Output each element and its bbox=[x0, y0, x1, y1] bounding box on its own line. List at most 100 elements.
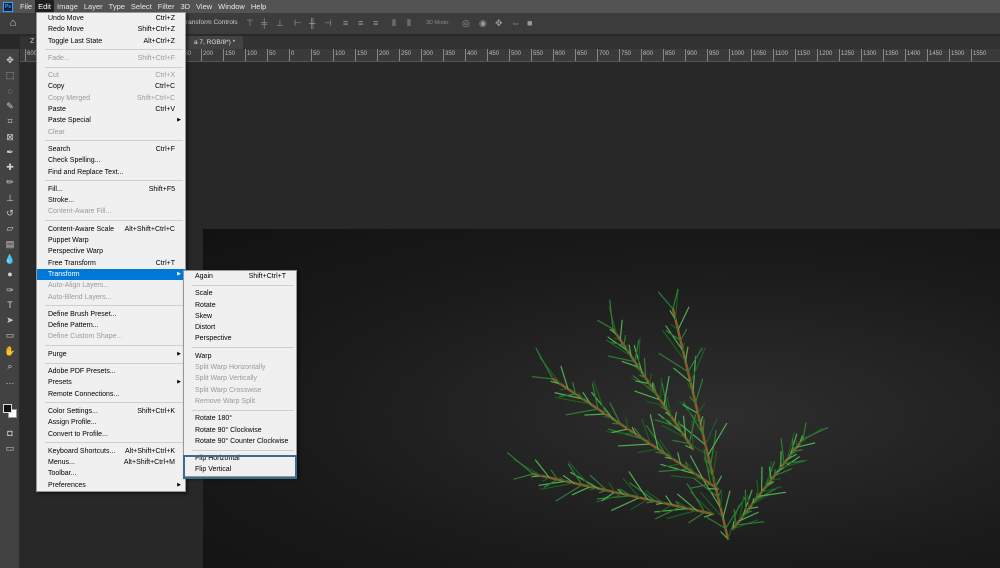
eyedropper-tool-icon[interactable]: ✒ bbox=[4, 146, 16, 158]
edit-menu-item-define-brush-preset[interactable]: Define Brush Preset... bbox=[37, 309, 185, 320]
brush-tool-icon[interactable]: ✏ bbox=[4, 176, 16, 188]
edit-menu-item-remote-connections[interactable]: Remote Connections... bbox=[37, 389, 185, 400]
ruler-tick-label: 750 bbox=[621, 51, 632, 57]
clone-stamp-tool-icon[interactable]: ⊥ bbox=[4, 192, 16, 204]
distribute-bottom-icon[interactable]: ≡ bbox=[373, 18, 378, 29]
path-select-tool-icon[interactable]: ➤ bbox=[4, 314, 16, 326]
blur-tool-icon[interactable]: 💧 bbox=[4, 253, 16, 265]
roll-3d-icon[interactable]: ◉ bbox=[479, 18, 487, 29]
distribute-right-icon[interactable]: ⦀ bbox=[407, 18, 411, 29]
pan-3d-icon[interactable]: ✥ bbox=[495, 18, 503, 29]
edit-menu-item-toggle-last-state[interactable]: Toggle Last State Alt+Ctrl+Z bbox=[37, 36, 185, 47]
ruler-tick bbox=[377, 49, 378, 61]
home-icon[interactable]: ⌂ bbox=[6, 17, 20, 30]
edit-menu-item-paste-special[interactable]: Paste Special ▶ bbox=[37, 115, 185, 126]
transform-menu-item-rotate-180[interactable]: Rotate 180° bbox=[184, 413, 296, 424]
photoshop-logo-icon[interactable]: Ps bbox=[3, 1, 13, 12]
quick-select-tool-icon[interactable]: ✎ bbox=[4, 100, 16, 112]
edit-menu-item-copy[interactable]: Copy Ctrl+C bbox=[37, 81, 185, 92]
align-left-icon[interactable]: ⊢ bbox=[294, 18, 302, 29]
edit-menu-item-redo-move[interactable]: Redo Move Shift+Ctrl+Z bbox=[37, 24, 185, 35]
pine-needle bbox=[584, 413, 607, 416]
transform-menu-item-scale[interactable]: Scale bbox=[184, 288, 296, 299]
align-top-icon[interactable]: ⊤ bbox=[246, 18, 254, 29]
dodge-tool-icon[interactable]: ● bbox=[4, 268, 16, 280]
edit-menu-item-menus[interactable]: Menus... Alt+Shift+Ctrl+M bbox=[37, 457, 185, 468]
pine-needle bbox=[611, 497, 640, 511]
edit-menu-item-paste[interactable]: Paste Ctrl+V bbox=[37, 104, 185, 115]
edit-menu-item-content-aware-scale[interactable]: Content-Aware Scale Alt+Shift+Ctrl+C bbox=[37, 224, 185, 235]
foreground-color-swatch[interactable] bbox=[3, 404, 12, 413]
healing-brush-tool-icon[interactable]: ✚ bbox=[4, 161, 16, 173]
history-brush-tool-icon[interactable]: ↺ bbox=[4, 207, 16, 219]
edit-menu-item-stroke[interactable]: Stroke... bbox=[37, 195, 185, 206]
transform-menu-item-again[interactable]: Again Shift+Ctrl+T bbox=[184, 271, 296, 282]
edit-menu-item-preferences[interactable]: Preferences ▶ bbox=[37, 480, 185, 491]
ruler-tick-label: 1250 bbox=[841, 51, 855, 57]
transform-menu-item-flip-horizontal[interactable]: Flip Horizontal bbox=[184, 453, 296, 464]
transform-menu-item-warp[interactable]: Warp bbox=[184, 351, 296, 362]
rectangle-tool-icon[interactable]: ▭ bbox=[4, 329, 16, 341]
menu-item-shortcut: Shift+Ctrl+T bbox=[248, 273, 286, 280]
edit-menu-item-assign-profile[interactable]: Assign Profile... bbox=[37, 417, 185, 428]
marquee-tool-icon[interactable]: ⬚ bbox=[4, 69, 16, 81]
more-tools-icon[interactable]: … bbox=[4, 375, 16, 387]
transform-menu-item-perspective[interactable]: Perspective bbox=[184, 333, 296, 344]
ruler-tick bbox=[421, 49, 422, 61]
transform-menu-item-skew[interactable]: Skew bbox=[184, 311, 296, 322]
edit-menu-item-define-pattern[interactable]: Define Pattern... bbox=[37, 320, 185, 331]
edit-menu-item-puppet-warp[interactable]: Puppet Warp bbox=[37, 235, 185, 246]
edit-menu-item-free-transform[interactable]: Free Transform Ctrl+T bbox=[37, 258, 185, 269]
hand-tool-icon[interactable]: ✋ bbox=[4, 345, 16, 357]
transform-menu-item-rotate[interactable]: Rotate bbox=[184, 300, 296, 311]
edit-menu-item-transform[interactable]: Transform ▶ bbox=[37, 268, 185, 281]
menu-file[interactable]: File bbox=[17, 0, 35, 13]
type-tool-icon[interactable]: T bbox=[4, 299, 16, 311]
distribute-left-icon[interactable]: ⦀ bbox=[392, 18, 396, 29]
align-bottom-icon[interactable]: ⊥ bbox=[276, 18, 284, 29]
edit-menu-item-search[interactable]: Search Ctrl+F bbox=[37, 144, 185, 155]
distribute-top-icon[interactable]: ≡ bbox=[343, 18, 348, 29]
orbit-3d-icon[interactable]: ◎ bbox=[462, 18, 470, 29]
transform-menu-item-flip-vertical[interactable]: Flip Vertical bbox=[184, 464, 296, 475]
edit-menu-item-purge[interactable]: Purge ▶ bbox=[37, 349, 185, 360]
transform-menu-item-rotate-90-counter-clockwise[interactable]: Rotate 90° Counter Clockwise bbox=[184, 436, 296, 447]
distribute-center-icon[interactable]: ≡ bbox=[358, 18, 363, 29]
align-horizontal-center-icon[interactable]: ╫ bbox=[309, 18, 315, 29]
quick-mask-icon[interactable]: ◘ bbox=[4, 427, 16, 439]
zoom-tool-icon[interactable]: ⌕ bbox=[4, 360, 16, 372]
edit-menu-item-perspective-warp[interactable]: Perspective Warp bbox=[37, 246, 185, 257]
move-tool-icon[interactable]: ✥ bbox=[4, 54, 16, 66]
document-tab-partial[interactable]: Z bbox=[30, 38, 34, 45]
edit-menu-item-undo-move[interactable]: Undo Move Ctrl+Z bbox=[37, 13, 185, 24]
document-tab[interactable]: a 7, RGB/8*) * bbox=[186, 36, 244, 49]
edit-menu-item-find-and-replace-text[interactable]: Find and Replace Text... bbox=[37, 167, 185, 178]
frame-tool-icon[interactable]: ⊠ bbox=[4, 131, 16, 143]
edit-menu-item-color-settings[interactable]: Color Settings... Shift+Ctrl+K bbox=[37, 406, 185, 417]
scale-3d-icon[interactable]: ■ bbox=[527, 18, 532, 29]
edit-menu-item-toolbar[interactable]: Toolbar... bbox=[37, 468, 185, 479]
transform-menu-item-distort[interactable]: Distort bbox=[184, 322, 296, 333]
edit-menu-item-adobe-pdf-presets[interactable]: Adobe PDF Presets... bbox=[37, 366, 185, 377]
align-right-icon[interactable]: ⊣ bbox=[324, 18, 332, 29]
screen-mode-icon[interactable]: ▭ bbox=[4, 442, 16, 454]
menu-view[interactable]: View bbox=[193, 0, 215, 13]
eraser-tool-icon[interactable]: ▱ bbox=[4, 222, 16, 234]
menu-window[interactable]: Window bbox=[215, 0, 248, 13]
transform-menu-item-rotate-90-clockwise[interactable]: Rotate 90° Clockwise bbox=[184, 425, 296, 436]
align-vertical-center-icon[interactable]: ╪ bbox=[261, 18, 267, 29]
lasso-tool-icon[interactable]: ◌ bbox=[4, 85, 16, 97]
edit-menu-item-convert-to-profile[interactable]: Convert to Profile... bbox=[37, 429, 185, 440]
edit-menu-item-fill[interactable]: Fill... Shift+F5 bbox=[37, 184, 185, 195]
edit-menu-item-keyboard-shortcuts[interactable]: Keyboard Shortcuts... Alt+Shift+Ctrl+K bbox=[37, 446, 185, 457]
crop-tool-icon[interactable]: ⌗ bbox=[4, 115, 16, 127]
slide-3d-icon[interactable]: ⇔ bbox=[511, 18, 520, 29]
edit-menu-item-presets[interactable]: Presets ▶ bbox=[37, 377, 185, 388]
menu-item-label: Scale bbox=[195, 290, 213, 298]
gradient-tool-icon[interactable]: ▤ bbox=[4, 238, 16, 250]
menu-help[interactable]: Help bbox=[248, 0, 269, 13]
document-canvas[interactable] bbox=[203, 229, 1000, 568]
show-transform-controls-label[interactable]: ransform Controls bbox=[186, 19, 238, 26]
pen-tool-icon[interactable]: ✑ bbox=[4, 284, 16, 296]
edit-menu-item-check-spelling[interactable]: Check Spelling... bbox=[37, 155, 185, 166]
